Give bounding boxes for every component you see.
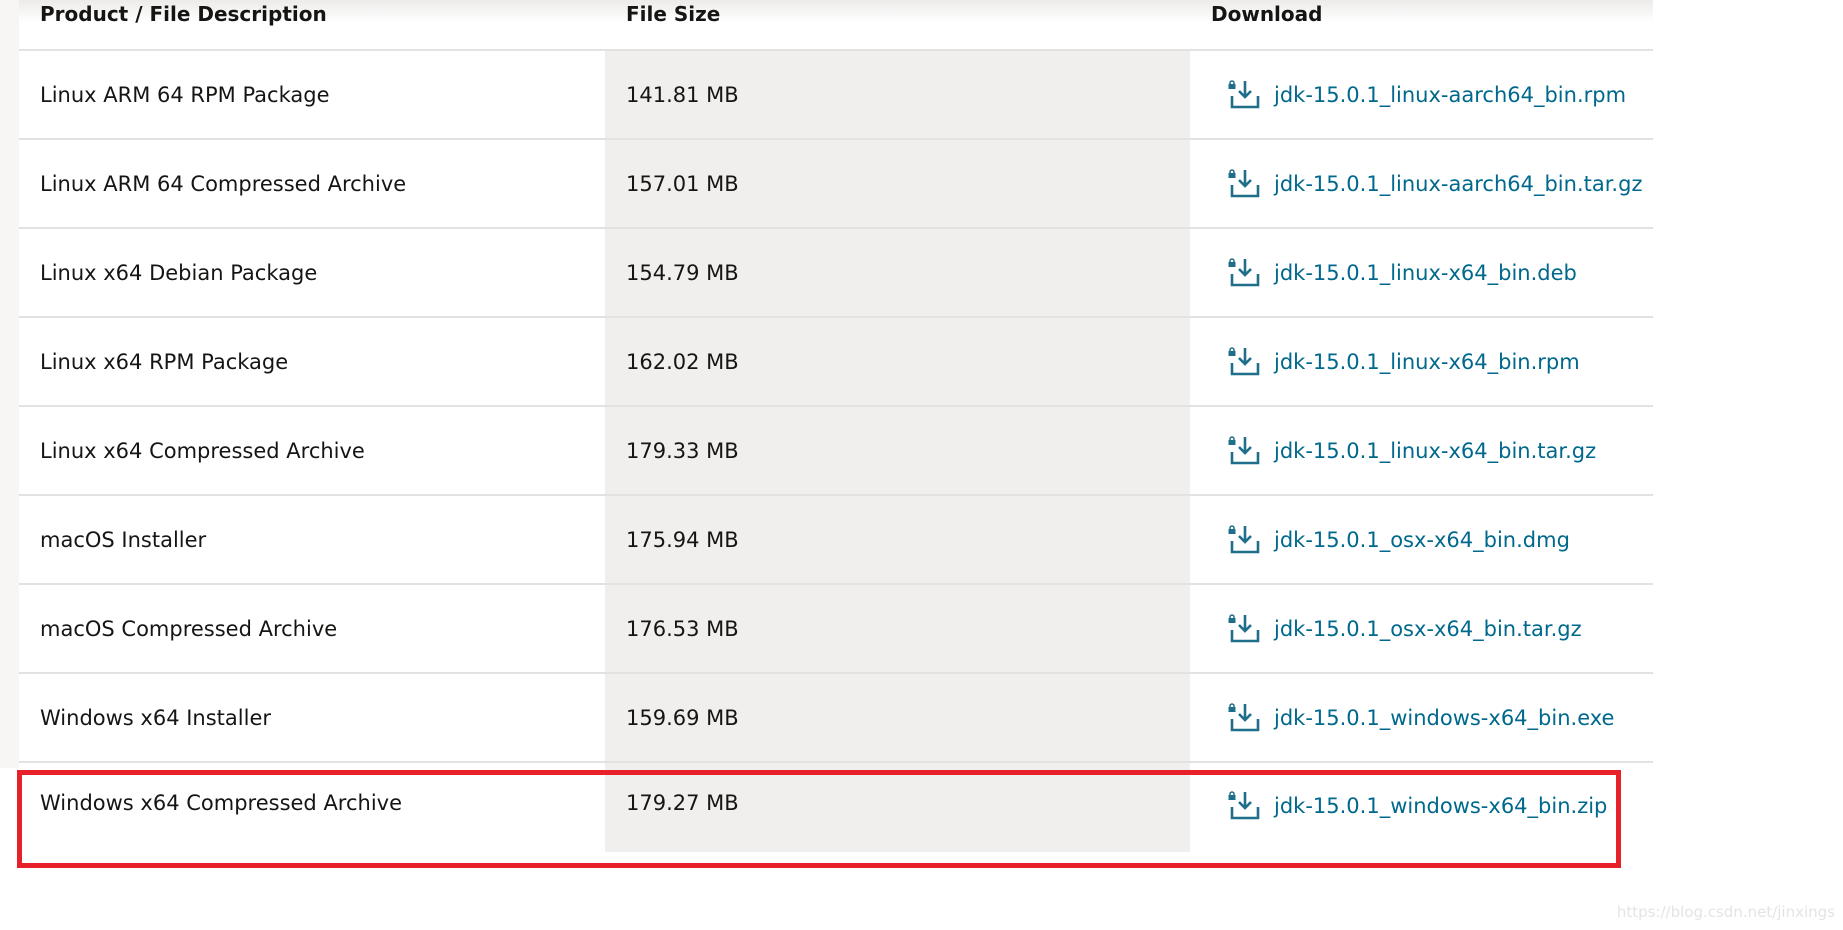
file-size: 157.01 MB (605, 138, 1190, 228)
file-size: 159.69 MB (605, 672, 1190, 762)
download-cell: jdk-15.0.1_windows-x64_bin.exe (1190, 672, 1653, 762)
lock-download-icon (1228, 435, 1274, 466)
table-header-row: Product / File Description File Size Dow… (19, 0, 1653, 50)
download-link[interactable]: jdk-15.0.1_windows-x64_bin.exe (1211, 702, 1653, 733)
download-filename: jdk-15.0.1_linux-aarch64_bin.tar.gz (1274, 171, 1643, 196)
file-size: 141.81 MB (605, 49, 1190, 139)
download-cell: jdk-15.0.1_linux-x64_bin.rpm (1190, 316, 1653, 406)
header-download: Download (1211, 2, 1323, 26)
lock-download-icon (1228, 613, 1274, 644)
table-row: Linux ARM 64 RPM Package 141.81 MB jdk-15.… (19, 49, 1653, 139)
download-cell: jdk-15.0.1_osx-x64_bin.tar.gz (1190, 583, 1653, 673)
download-cell: jdk-15.0.1_linux-x64_bin.deb (1190, 227, 1653, 317)
download-cell: jdk-15.0.1_linux-aarch64_bin.rpm (1190, 49, 1653, 139)
file-description: Linux x64 Debian Package (19, 227, 605, 317)
file-size: 176.53 MB (605, 583, 1190, 673)
file-description: Linux ARM 64 Compressed Archive (19, 138, 605, 228)
download-filename: jdk-15.0.1_linux-x64_bin.deb (1274, 260, 1577, 285)
download-link[interactable]: jdk-15.0.1_linux-aarch64_bin.tar.gz (1211, 168, 1653, 199)
download-link[interactable]: jdk-15.0.1_linux-x64_bin.rpm (1211, 346, 1653, 377)
file-description: Linux x64 RPM Package (19, 316, 605, 406)
highlight-box (17, 770, 1621, 868)
download-cell: jdk-15.0.1_linux-x64_bin.tar.gz (1190, 405, 1653, 495)
file-description: macOS Installer (19, 494, 605, 584)
file-size: 162.02 MB (605, 316, 1190, 406)
download-filename: jdk-15.0.1_osx-x64_bin.tar.gz (1274, 616, 1582, 641)
left-margin (0, 0, 19, 768)
download-link[interactable]: jdk-15.0.1_linux-x64_bin.deb (1211, 257, 1653, 288)
table-row: macOS Installer 175.94 MB jdk-15.0.1_osx-x… (19, 494, 1653, 584)
download-filename: jdk-15.0.1_osx-x64_bin.dmg (1274, 527, 1570, 552)
lock-download-icon (1228, 257, 1274, 288)
table-row: Linux x64 RPM Package 162.02 MB jdk-15.0.1… (19, 316, 1653, 406)
lock-download-icon (1228, 168, 1274, 199)
table-row: macOS Compressed Archive 176.53 MB jdk-15.… (19, 583, 1653, 673)
table-row: Linux x64 Compressed Archive 179.33 MB jdk… (19, 405, 1653, 495)
download-filename: jdk-15.0.1_windows-x64_bin.exe (1274, 705, 1615, 730)
file-description: macOS Compressed Archive (19, 583, 605, 673)
file-description: Linux ARM 64 RPM Package (19, 49, 605, 139)
table-row: Linux ARM 64 Compressed Archive 157.01 MB… (19, 138, 1653, 228)
download-filename: jdk-15.0.1_linux-x64_bin.rpm (1274, 349, 1580, 374)
download-link[interactable]: jdk-15.0.1_linux-x64_bin.tar.gz (1211, 435, 1653, 466)
downloads-table: Product / File Description File Size Dow… (19, 0, 1653, 852)
download-link[interactable]: jdk-15.0.1_osx-x64_bin.tar.gz (1211, 613, 1653, 644)
header-file-size: File Size (626, 2, 721, 26)
watermark: https://blog.csdn.net/jinxings (1616, 903, 1835, 921)
header-description: Product / File Description (40, 2, 327, 26)
lock-download-icon (1228, 524, 1274, 555)
file-size: 175.94 MB (605, 494, 1190, 584)
file-size: 154.79 MB (605, 227, 1190, 317)
lock-download-icon (1228, 79, 1274, 110)
lock-download-icon (1228, 346, 1274, 377)
file-description: Windows x64 Installer (19, 672, 605, 762)
download-cell: jdk-15.0.1_linux-aarch64_bin.tar.gz (1190, 138, 1653, 228)
download-filename: jdk-15.0.1_linux-aarch64_bin.rpm (1274, 82, 1627, 107)
table-row: Linux x64 Debian Package 154.79 MB jdk-15.… (19, 227, 1653, 317)
file-description: Linux x64 Compressed Archive (19, 405, 605, 495)
table-row: Windows x64 Installer 159.69 MB jdk-15.0.1… (19, 672, 1653, 762)
download-link[interactable]: jdk-15.0.1_linux-aarch64_bin.rpm (1211, 79, 1653, 110)
lock-download-icon (1228, 702, 1274, 733)
file-size: 179.33 MB (605, 405, 1190, 495)
download-cell: jdk-15.0.1_osx-x64_bin.dmg (1190, 494, 1653, 584)
download-link[interactable]: jdk-15.0.1_osx-x64_bin.dmg (1211, 524, 1653, 555)
download-filename: jdk-15.0.1_linux-x64_bin.tar.gz (1274, 438, 1597, 463)
